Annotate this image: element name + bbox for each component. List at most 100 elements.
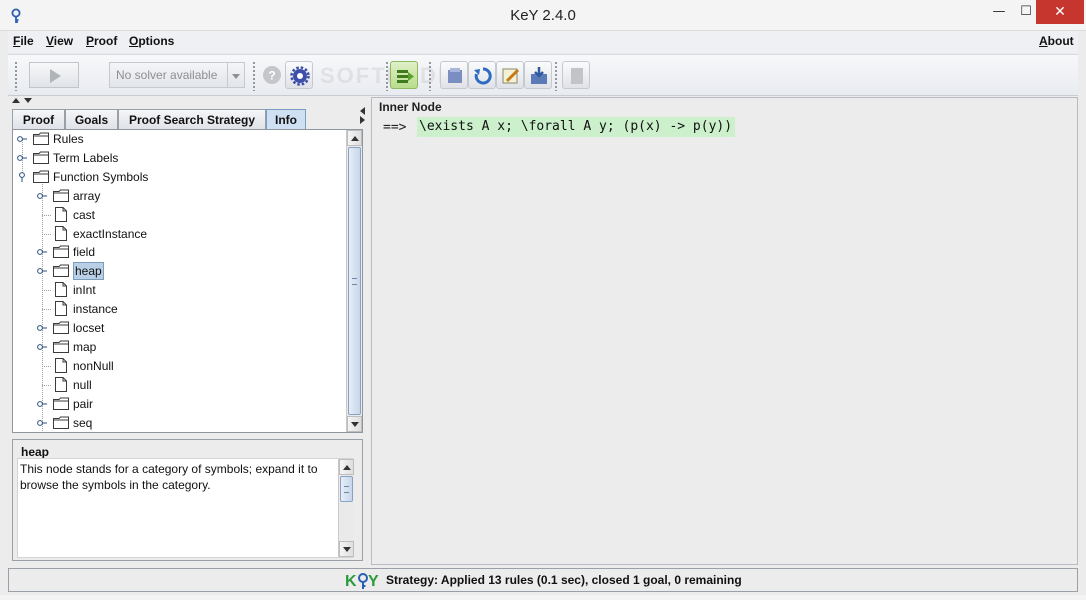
tree-node[interactable]: Term Labels <box>13 149 343 167</box>
title-bar: KeY 2.4.0 — ☐ ✕ <box>0 0 1086 31</box>
tree-node[interactable]: null <box>13 376 343 394</box>
folder-icon <box>53 189 69 202</box>
collapsed-handle-icon[interactable] <box>37 191 47 201</box>
tree-node-label: array <box>73 189 101 203</box>
collapsed-handle-icon[interactable] <box>37 342 47 352</box>
tree-node[interactable]: field <box>13 243 343 261</box>
window-bottom-edge <box>0 595 1086 600</box>
scroll-down-button[interactable] <box>347 416 362 432</box>
collapsed-handle-icon[interactable] <box>17 134 27 144</box>
tree-node[interactable]: Rules <box>13 130 343 148</box>
save-button[interactable] <box>524 61 552 89</box>
solver-dropdown-button[interactable] <box>227 62 245 88</box>
collapse-up-arrow-icon[interactable] <box>12 98 20 103</box>
close-proof-icon <box>571 68 583 84</box>
tree-guide-line <box>42 366 52 367</box>
tree-node[interactable]: instance <box>13 300 343 318</box>
menu-file[interactable]: File <box>13 34 34 48</box>
tab-goals[interactable]: Goals <box>65 109 118 129</box>
tree-node-label: Rules <box>53 132 84 146</box>
scroll-thumb[interactable] <box>348 147 361 415</box>
tree-node[interactable]: cast <box>13 206 343 224</box>
solver-select[interactable]: No solver available <box>109 62 229 88</box>
info-title: heap <box>21 445 50 459</box>
info-scrollbar[interactable] <box>338 459 354 557</box>
tree-node-label: exactInstance <box>73 227 148 241</box>
reload-icon <box>474 67 492 85</box>
tree-node-label: heap <box>73 262 104 280</box>
sequent-view: Inner Node ==> \exists A x; \forall A y;… <box>371 97 1078 565</box>
left-panel: Proof Goals Proof Search Strategy Info R… <box>8 97 368 565</box>
close-window-button[interactable]: ✕ <box>1036 0 1084 24</box>
tree-node[interactable]: nonNull <box>13 357 343 375</box>
toolbar-grip[interactable] <box>252 61 256 91</box>
tree-node-label: pair <box>73 397 94 411</box>
start-proof-button[interactable] <box>29 62 79 88</box>
goal-back-button[interactable] <box>390 61 418 89</box>
collapsed-handle-icon[interactable] <box>37 323 47 333</box>
collapse-down-arrow-icon[interactable] <box>24 98 32 103</box>
sequent-formula[interactable]: \exists A x; \forall A y; (p(x) -> p(y)) <box>417 117 736 137</box>
collapsed-handle-icon[interactable] <box>37 247 47 257</box>
play-icon <box>50 69 61 83</box>
folder-icon <box>53 264 69 277</box>
scroll-up-button[interactable] <box>339 459 354 475</box>
toolbar-grip[interactable] <box>428 61 432 91</box>
edit-icon <box>502 68 520 84</box>
collapsed-handle-icon[interactable] <box>37 266 47 276</box>
tree-node[interactable]: array <box>13 187 343 205</box>
svg-text:Y: Y <box>368 573 379 590</box>
tree-node[interactable]: Function Symbols <box>13 168 343 186</box>
expanded-handle-icon[interactable] <box>17 172 27 182</box>
tree-node-label: map <box>73 340 97 354</box>
symbol-tree: Rules Term Labels Function Symbols array cas… <box>12 129 363 433</box>
menu-bar: File View Proof Options About <box>8 31 1078 53</box>
tree-guide-line <box>42 309 52 310</box>
close-proof-button[interactable] <box>562 61 590 89</box>
tab-proof-search-strategy[interactable]: Proof Search Strategy <box>118 109 266 129</box>
tree-guide-line <box>42 234 52 235</box>
collapsed-handle-icon[interactable] <box>37 399 47 409</box>
settings-gear-icon <box>290 66 310 86</box>
menu-proof[interactable]: Proof <box>86 34 117 48</box>
settings-button[interactable] <box>285 61 313 89</box>
tree-node[interactable]: locset <box>13 319 343 337</box>
tree-guide-line <box>42 290 52 291</box>
document-icon <box>55 358 67 373</box>
toolbar-grip[interactable] <box>554 61 558 91</box>
split-pane-handle[interactable] <box>8 97 368 105</box>
document-icon <box>55 282 67 297</box>
status-message: Strategy: Applied 13 rules (0.1 sec), cl… <box>386 573 742 587</box>
scroll-thumb[interactable] <box>340 476 353 502</box>
menu-view[interactable]: View <box>46 34 73 48</box>
prune-proof-button[interactable] <box>440 61 468 89</box>
toolbar-grip[interactable] <box>385 61 389 91</box>
tree-node-label: cast <box>73 208 96 222</box>
help-button[interactable]: ? <box>258 61 286 89</box>
reload-button[interactable] <box>468 61 496 89</box>
key-logo: K Y <box>345 573 379 590</box>
toolbar-grip[interactable] <box>14 61 18 91</box>
tree-node[interactable]: seq <box>13 414 343 432</box>
scroll-down-button[interactable] <box>339 541 354 557</box>
minimize-button[interactable]: — <box>985 0 1013 24</box>
tree-node[interactable]: heap <box>13 262 343 280</box>
tree-guide-line <box>42 215 52 216</box>
tree-scrollbar[interactable] <box>346 130 362 432</box>
collapsed-handle-icon[interactable] <box>37 418 47 428</box>
tree-node[interactable]: map <box>13 338 343 356</box>
edit-button[interactable] <box>496 61 524 89</box>
document-icon <box>55 226 67 241</box>
tree-node-label: instance <box>73 302 118 316</box>
tab-proof[interactable]: Proof <box>12 109 65 129</box>
collapsed-handle-icon[interactable] <box>17 153 27 163</box>
prune-icon <box>448 68 462 83</box>
tree-node[interactable]: inInt <box>13 281 343 299</box>
folder-icon <box>53 340 69 353</box>
scroll-up-button[interactable] <box>347 130 362 146</box>
tree-node[interactable]: pair <box>13 395 343 413</box>
menu-about[interactable]: About <box>1039 34 1074 48</box>
tree-node[interactable]: exactInstance <box>13 225 343 243</box>
tab-info[interactable]: Info <box>266 109 306 129</box>
menu-options[interactable]: Options <box>129 34 174 48</box>
